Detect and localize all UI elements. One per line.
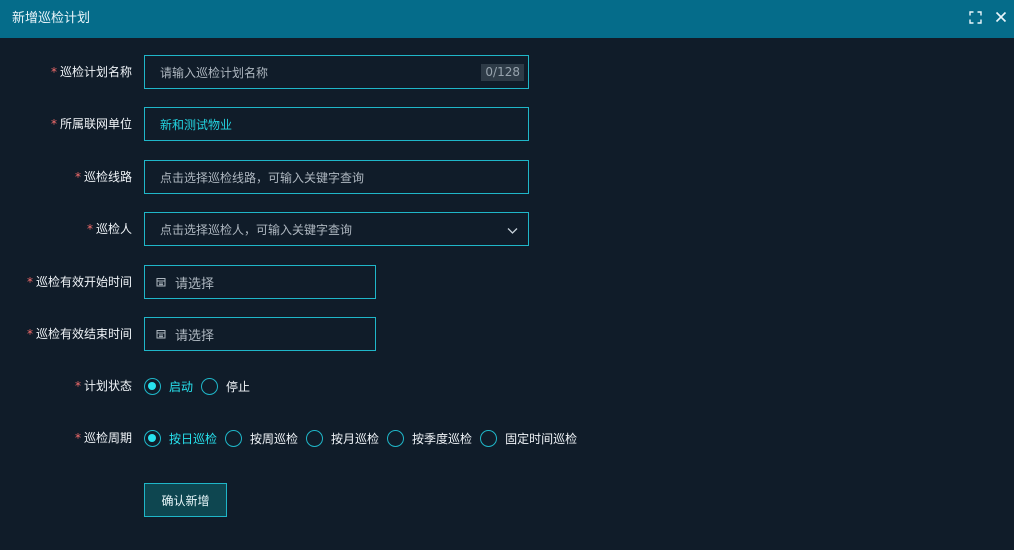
inspector-label: * 巡检人 (86, 222, 132, 236)
route-label: * 巡检线路 (74, 170, 132, 184)
cycle-radio-monthly[interactable]: 按月巡检 (306, 429, 379, 447)
fullscreen-icon[interactable] (966, 8, 984, 26)
end-time-picker[interactable]: 请选择 (144, 317, 376, 351)
radio-circle (144, 377, 161, 395)
row-inspector: * 巡检人 点击选择巡检人，可输入关键字查询 (0, 212, 1014, 246)
cycle-radio-fixed-time[interactable]: 固定时间巡检 (480, 429, 577, 447)
radio-circle (387, 429, 405, 447)
start-time-placeholder: 请选择 (175, 276, 215, 292)
cycle-label: * 巡检周期 (74, 431, 132, 445)
cycle-radio-weekly[interactable]: 按周巡检 (225, 429, 298, 447)
status-radio-stop[interactable]: 停止 (201, 377, 250, 395)
calendar-icon (156, 330, 166, 339)
row-unit: * 所属联网单位 新和测试物业 (0, 107, 1014, 141)
route-select[interactable]: 点击选择巡检线路，可输入关键字查询 (144, 160, 529, 194)
cycle-radio-quarterly[interactable]: 按季度巡检 (387, 429, 472, 447)
char-counter: 0/128 (481, 64, 524, 81)
start-time-picker[interactable]: 请选择 (144, 265, 376, 299)
close-icon[interactable] (992, 8, 1010, 26)
cycle-radio-daily[interactable]: 按日巡检 (144, 429, 217, 447)
end-time-label: * 巡检有效结束时间 (26, 327, 132, 341)
row-end-time: * 巡检有效结束时间 请选择 (0, 317, 1014, 351)
unit-value: 新和测试物业 (160, 117, 233, 132)
start-time-label: * 巡检有效开始时间 (26, 275, 132, 289)
radio-circle (144, 429, 161, 447)
dialog-titlebar: 新增巡检计划 (0, 0, 1014, 38)
unit-label: * 所属联网单位 (50, 117, 132, 131)
row-route: * 巡检线路 点击选择巡检线路，可输入关键字查询 (0, 160, 1014, 194)
status-radio-start[interactable]: 启动 (144, 377, 193, 395)
status-radio-group: 启动 停止 (144, 369, 258, 403)
plan-name-input[interactable]: 请输入巡检计划名称 0/128 (144, 55, 529, 89)
radio-circle (225, 429, 243, 447)
plan-name-label: * 巡检计划名称 (50, 65, 132, 79)
inspector-placeholder: 点击选择巡检人，可输入关键字查询 (160, 222, 353, 237)
end-time-placeholder: 请选择 (175, 328, 215, 344)
cycle-radio-group: 按日巡检 按周巡检 按月巡检 按季度巡检 固定时间巡检 (144, 421, 585, 455)
dialog-title: 新增巡检计划 (12, 11, 91, 26)
status-label: * 计划状态 (74, 379, 132, 393)
chevron-down-icon (507, 224, 518, 238)
radio-circle (306, 429, 324, 447)
route-placeholder: 点击选择巡检线路，可输入关键字查询 (160, 170, 365, 185)
row-plan-name: * 巡检计划名称 请输入巡检计划名称 0/128 (0, 55, 1014, 89)
radio-circle (480, 429, 498, 447)
row-start-time: * 巡检有效开始时间 请选择 (0, 265, 1014, 299)
row-status: * 计划状态 启动 停止 (0, 369, 1014, 403)
confirm-add-button[interactable]: 确认新增 (144, 483, 227, 517)
plan-name-placeholder: 请输入巡检计划名称 (160, 65, 269, 80)
calendar-icon (156, 278, 166, 287)
radio-circle (201, 377, 219, 395)
unit-input[interactable]: 新和测试物业 (144, 107, 529, 141)
row-cycle: * 巡检周期 按日巡检 按周巡检 按月巡检 按季度巡检 固定时间巡检 (0, 421, 1014, 455)
inspector-select[interactable]: 点击选择巡检人，可输入关键字查询 (144, 212, 529, 246)
